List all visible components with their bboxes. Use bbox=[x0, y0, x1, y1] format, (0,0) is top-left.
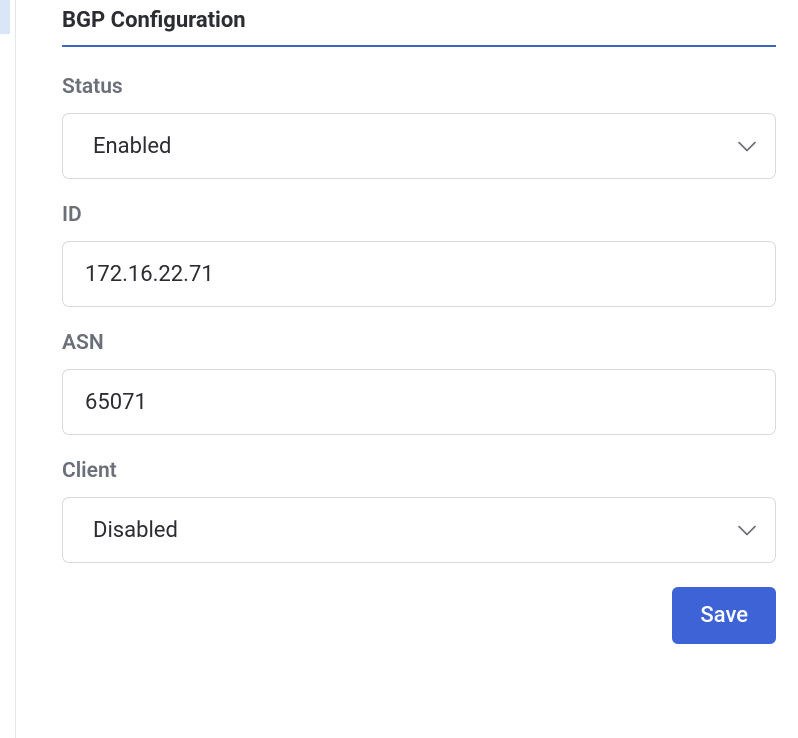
id-field-group: ID bbox=[62, 203, 776, 307]
left-divider bbox=[15, 0, 16, 738]
client-field-group: Client Disabled bbox=[62, 459, 776, 563]
status-field-group: Status Enabled bbox=[62, 75, 776, 179]
save-button[interactable]: Save bbox=[672, 587, 776, 644]
status-label: Status bbox=[62, 75, 776, 99]
left-active-indicator bbox=[0, 0, 10, 34]
id-label: ID bbox=[62, 203, 776, 227]
section-title: BGP Configuration bbox=[62, 8, 776, 47]
client-select[interactable]: Disabled bbox=[62, 497, 776, 563]
client-select-value: Disabled bbox=[62, 497, 776, 563]
asn-input[interactable] bbox=[62, 369, 776, 435]
status-select-value: Enabled bbox=[62, 113, 776, 179]
id-input[interactable] bbox=[62, 241, 776, 307]
status-select[interactable]: Enabled bbox=[62, 113, 776, 179]
asn-label: ASN bbox=[62, 331, 776, 355]
button-row: Save bbox=[62, 587, 776, 644]
client-label: Client bbox=[62, 459, 776, 483]
bgp-configuration-panel: BGP Configuration Status Enabled ID ASN … bbox=[62, 8, 776, 644]
asn-field-group: ASN bbox=[62, 331, 776, 435]
